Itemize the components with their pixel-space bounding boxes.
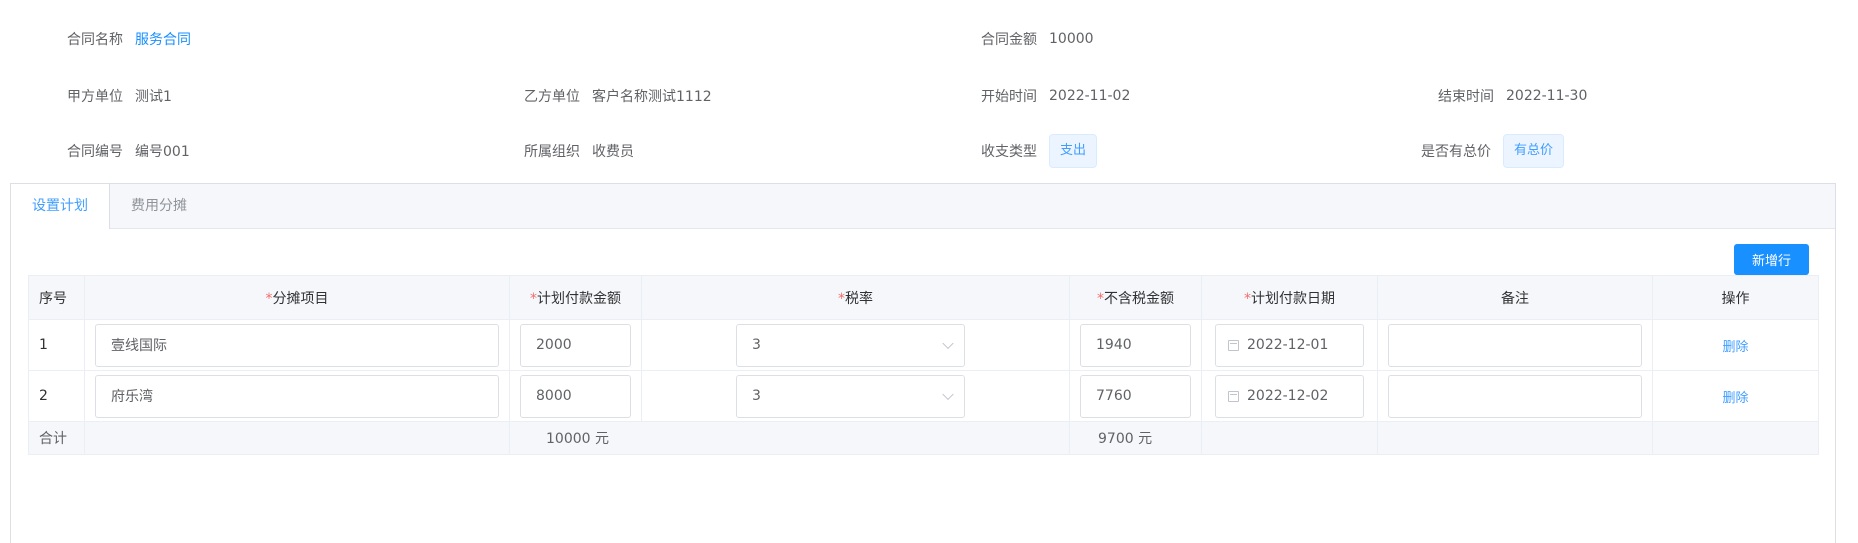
col-date-header: *计划付款日期 (1201, 275, 1378, 320)
row-index: 2 (28, 370, 85, 422)
party-b-field: 乙方单位 客户名称测试1112 (524, 81, 712, 111)
payment-type-tag: 支出 (1049, 134, 1098, 168)
table-row: 1 壹线国际 2000 3 1940 2022-12-01 删除 (28, 319, 1819, 371)
tab-set-plan[interactable]: 设置计划 (11, 184, 110, 229)
total-price-field: 是否有总价 有总价 (1421, 134, 1565, 168)
chevron-down-icon (942, 388, 954, 401)
party-a-label: 甲方单位 (67, 89, 123, 105)
col-net-amount-header: *不含税金额 (1069, 275, 1202, 320)
row-index: 1 (28, 319, 85, 371)
start-date-value: 2022-11-02 (1049, 88, 1131, 104)
calendar-icon (1228, 339, 1239, 351)
delete-link[interactable]: 删除 (1722, 340, 1748, 355)
col-remark-header: 备注 (1377, 275, 1653, 320)
party-b-value: 客户名称测试1112 (592, 89, 712, 105)
net-amount-input[interactable]: 1940 (1080, 323, 1191, 367)
summary-label: 合计 (28, 421, 85, 455)
party-b-label: 乙方单位 (524, 89, 580, 105)
payment-type-label: 收支类型 (981, 144, 1037, 160)
tabs-header: 设置计划 费用分摊 (11, 184, 1835, 229)
item-input[interactable]: 壹线国际 (95, 323, 499, 367)
contract-info: 合同名称 服务合同 合同金额 10000 甲方单位 测试1 乙方单位 客户名称测… (0, 0, 1858, 183)
contract-name-field: 合同名称 服务合同 (67, 24, 191, 54)
start-date-field: 开始时间 2022-11-02 (981, 81, 1130, 111)
plan-table: 序号 *分摊项目 *计划付款金额 *税率 *不含税金额 *计划付款日期 备注 操… (28, 275, 1819, 455)
calendar-icon (1228, 390, 1239, 402)
col-item-header: *分摊项目 (84, 275, 510, 320)
add-row-button[interactable]: 新增行 (1734, 244, 1809, 275)
org-field: 所属组织 收费员 (524, 136, 634, 166)
plan-card: 设置计划 费用分摊 新增行 序号 *分摊项目 *计划付款金额 *税率 *不含税金… (10, 183, 1836, 543)
date-value: 2022-12-01 (1247, 337, 1329, 353)
col-action-header: 操作 (1652, 275, 1819, 320)
summary-net-total: 9700 元 (1069, 421, 1202, 455)
date-picker[interactable]: 2022-12-02 (1215, 374, 1364, 418)
tab-cost-allocation[interactable]: 费用分摊 (110, 184, 208, 228)
party-a-value: 测试1 (135, 89, 172, 105)
summary-amount-total: 10000 元 (509, 421, 1070, 455)
tax-rate-select[interactable]: 3 (736, 374, 965, 418)
col-index-header: 序号 (28, 275, 85, 320)
contract-code-label: 合同编号 (67, 144, 123, 160)
start-date-label: 开始时间 (981, 89, 1037, 105)
contract-name-label: 合同名称 (67, 32, 123, 48)
contract-code-field: 合同编号 编号001 (67, 136, 190, 166)
total-price-label: 是否有总价 (1421, 144, 1491, 160)
table-row: 2 府乐湾 8000 3 7760 2022-12-02 删除 (28, 370, 1819, 422)
col-tax-rate-header: *税率 (641, 275, 1070, 320)
chevron-down-icon (942, 337, 954, 350)
tax-rate-value: 3 (752, 388, 761, 404)
tax-rate-value: 3 (752, 337, 761, 353)
total-price-tag: 有总价 (1503, 134, 1565, 168)
contract-name-link[interactable]: 服务合同 (135, 29, 191, 49)
end-date-label: 结束时间 (1438, 89, 1494, 105)
contract-amount-field: 合同金额 10000 (981, 24, 1094, 54)
contract-amount-value: 10000 (1049, 31, 1094, 47)
remark-input[interactable] (1388, 374, 1642, 418)
org-label: 所属组织 (524, 144, 580, 160)
contract-amount-label: 合同金额 (981, 32, 1037, 48)
end-date-field: 结束时间 2022-11-30 (1438, 81, 1587, 111)
summary-row: 合计 10000 元 9700 元 (28, 421, 1819, 455)
tax-rate-select[interactable]: 3 (736, 323, 965, 367)
delete-link[interactable]: 删除 (1722, 391, 1748, 406)
date-value: 2022-12-02 (1247, 388, 1329, 404)
net-amount-input[interactable]: 7760 (1080, 374, 1191, 418)
party-a-field: 甲方单位 测试1 (67, 81, 172, 111)
table-header-row: 序号 *分摊项目 *计划付款金额 *税率 *不含税金额 *计划付款日期 备注 操… (28, 275, 1819, 320)
org-value: 收费员 (592, 144, 634, 160)
end-date-value: 2022-11-30 (1506, 88, 1588, 104)
contract-code-value: 编号001 (135, 144, 190, 160)
col-amount-header: *计划付款金额 (509, 275, 642, 320)
amount-input[interactable]: 2000 (520, 323, 631, 367)
amount-input[interactable]: 8000 (520, 374, 631, 418)
remark-input[interactable] (1388, 323, 1642, 367)
date-picker[interactable]: 2022-12-01 (1215, 323, 1364, 367)
item-input[interactable]: 府乐湾 (95, 374, 499, 418)
payment-type-field: 收支类型 支出 (981, 134, 1098, 168)
